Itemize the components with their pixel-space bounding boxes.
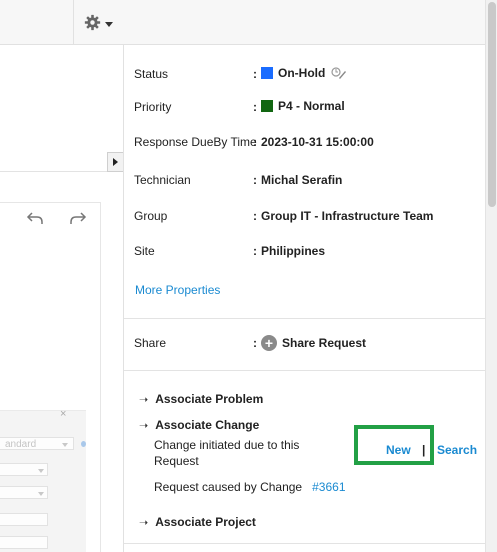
divider — [124, 318, 486, 319]
response-due-label: Response DueBy Time — [134, 135, 257, 149]
arrow-right-icon: ➝ — [139, 393, 149, 406]
share-request-button[interactable]: + Share Request — [261, 335, 366, 351]
divider — [124, 370, 486, 371]
chevron-down-icon — [62, 443, 68, 447]
priority-text: P4 - Normal — [278, 99, 345, 113]
associate-problem-link[interactable]: ➝ Associate Problem — [139, 392, 263, 406]
collapse-panel-button[interactable] — [107, 152, 123, 172]
chevron-right-icon — [113, 158, 118, 166]
redo-icon[interactable] — [69, 210, 87, 226]
associate-project-label: Associate Project — [155, 515, 256, 529]
colon: : — [253, 209, 257, 223]
share-label: Share — [134, 336, 167, 350]
top-toolbar — [0, 0, 497, 45]
technician-value: Michal Serafin — [261, 173, 343, 187]
colon: : — [253, 336, 257, 350]
colon: : — [253, 135, 257, 149]
change-initiated-text: Change initiated due to this Request — [154, 437, 299, 469]
colon: : — [253, 67, 257, 81]
gear-icon — [84, 14, 101, 31]
divider — [124, 543, 486, 544]
faded-select — [0, 513, 48, 526]
group-value: Group IT - Infrastructure Team — [261, 209, 434, 223]
divider — [0, 171, 123, 172]
group-label: Group — [134, 209, 168, 223]
caused-by-change-label: Request caused by Change — [154, 480, 303, 494]
status-text: On-Hold — [278, 66, 326, 80]
response-due-value: 2023-10-31 15:00:00 — [261, 135, 374, 149]
colon: : — [253, 173, 257, 187]
technician-label: Technician — [134, 173, 191, 187]
caused-by-change-row: Request caused by Change #3661 — [154, 479, 346, 495]
site-value: Philippines — [261, 244, 326, 258]
associate-problem-label: Associate Problem — [155, 392, 264, 406]
status-color-swatch — [261, 67, 273, 79]
site-label: Site — [134, 244, 155, 258]
settings-dropdown-button[interactable] — [73, 0, 123, 45]
priority-label: Priority — [134, 100, 172, 114]
change-initiated-line1: Change initiated due to this — [154, 438, 300, 452]
change-initiated-line2: Request — [154, 454, 199, 468]
new-change-link[interactable]: New — [386, 443, 411, 457]
scrollbar-thumb[interactable] — [488, 2, 496, 207]
close-icon: × — [60, 408, 67, 420]
arrow-right-icon: ➝ — [139, 516, 149, 529]
chevron-down-icon — [38, 469, 44, 473]
priority-value: P4 - Normal — [261, 99, 345, 113]
faded-dropdown-text: andard — [5, 439, 37, 450]
faded-indicator — [81, 441, 86, 447]
request-properties-panel: Status : On-Hold Priority : P4 - Normal … — [123, 45, 486, 552]
associate-change-link[interactable]: ➝ Associate Change — [139, 418, 259, 432]
colon: : — [253, 100, 257, 114]
status-value: On-Hold — [261, 66, 347, 80]
change-id-link[interactable]: #3661 — [312, 480, 345, 494]
vertical-scrollbar[interactable] — [485, 0, 497, 552]
chevron-down-icon — [105, 21, 113, 27]
faded-dialog-panel — [0, 410, 86, 552]
associate-project-link[interactable]: ➝ Associate Project — [139, 515, 256, 529]
search-change-link[interactable]: Search — [437, 443, 477, 457]
more-properties-link[interactable]: More Properties — [135, 283, 220, 297]
associate-change-label: Associate Change — [155, 418, 260, 432]
arrow-right-icon: ➝ — [139, 419, 149, 432]
colon: : — [253, 244, 257, 258]
status-label: Status — [134, 67, 169, 81]
plus-circle-icon: + — [261, 335, 277, 351]
chevron-down-icon — [38, 492, 44, 496]
separator: | — [422, 443, 426, 457]
edit-icon[interactable] — [330, 66, 347, 80]
faded-select — [0, 536, 48, 549]
share-request-label: Share Request — [282, 336, 367, 350]
undo-icon[interactable] — [26, 210, 44, 226]
priority-color-swatch — [261, 100, 273, 112]
